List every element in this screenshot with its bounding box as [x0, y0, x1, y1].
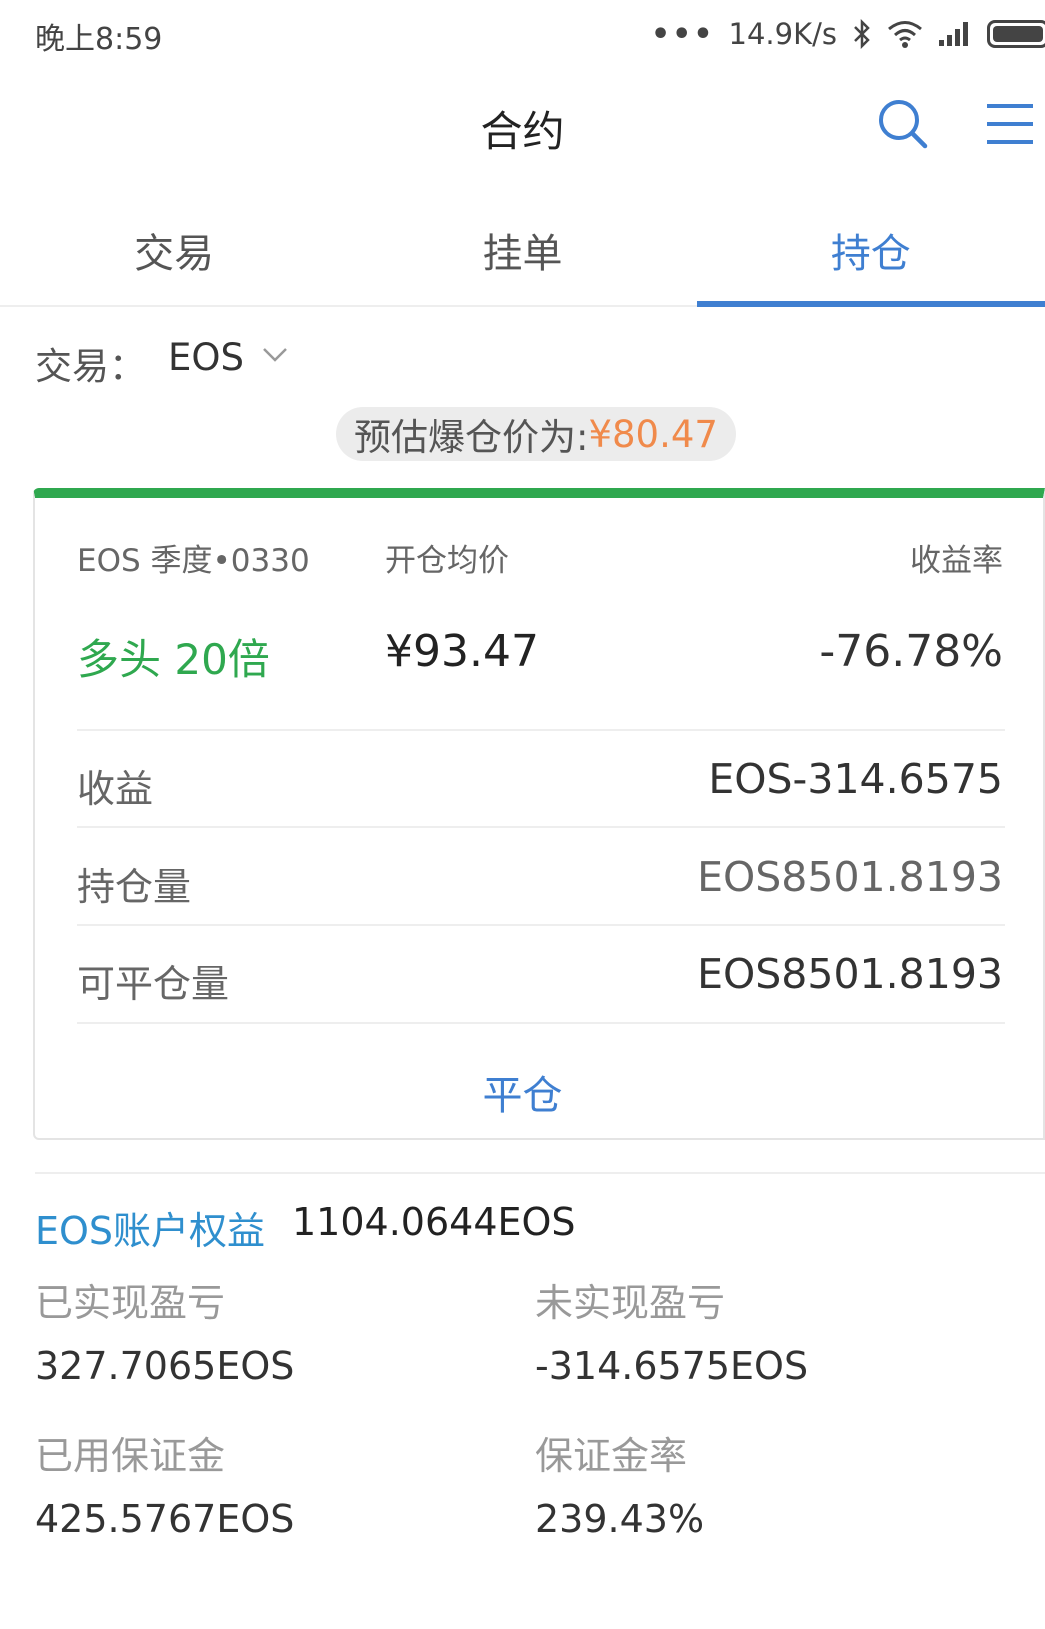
- close-position-button[interactable]: 平仓: [0, 1063, 1045, 1121]
- position-direction: 多头 20倍: [77, 635, 270, 684]
- tab-orders[interactable]: 挂单: [348, 195, 696, 305]
- unrealized-pnl-label: 未实现盈亏: [535, 1281, 726, 1325]
- divider: [77, 826, 1005, 828]
- bluetooth-icon: [854, 19, 870, 49]
- trade-selector-value[interactable]: EOS: [168, 336, 244, 379]
- status-icons: ••• 14.9K/s: [651, 14, 1045, 54]
- search-icon[interactable]: [875, 96, 931, 152]
- yield-value: -76.78%: [819, 626, 1003, 677]
- margin-ratio-value: 239.43%: [535, 1497, 705, 1541]
- divider: [35, 1172, 1045, 1174]
- position-card: [33, 488, 1045, 1140]
- chevron-down-icon[interactable]: [262, 345, 288, 365]
- row-label-pnl: 收益: [77, 767, 154, 811]
- liquidation-price-pill: 预估爆仓价为: ¥80.47: [336, 407, 736, 461]
- unrealized-pnl-value: -314.6575EOS: [535, 1344, 809, 1388]
- more-dots-icon: •••: [651, 16, 715, 52]
- trade-selector-label: 交易：: [35, 345, 146, 388]
- row-value-position-size: EOS8501.8193: [697, 853, 1003, 901]
- realized-pnl-label: 已实现盈亏: [35, 1281, 226, 1325]
- battery-icon: [987, 20, 1045, 48]
- divider: [77, 729, 1005, 731]
- status-time: 晚上8:59: [35, 22, 163, 57]
- contract-name: EOS 季度•0330: [77, 543, 310, 579]
- used-margin-value: 425.5767EOS: [35, 1497, 295, 1541]
- yield-label: 收益率: [910, 543, 1003, 579]
- row-value-pnl: EOS-314.6575: [708, 755, 1003, 803]
- menu-icon[interactable]: [985, 102, 1035, 146]
- wifi-icon: [888, 21, 922, 48]
- account-equity-label: EOS账户权益: [35, 1209, 266, 1253]
- row-value-closable-size: EOS8501.8193: [697, 950, 1003, 998]
- divider: [77, 1022, 1005, 1024]
- row-label-position-size: 持仓量: [77, 865, 192, 909]
- margin-ratio-label: 保证金率: [535, 1434, 688, 1478]
- used-margin-label: 已用保证金: [35, 1434, 226, 1478]
- divider: [77, 924, 1005, 926]
- account-equity-value: 1104.0644EOS: [292, 1200, 576, 1244]
- liquidation-price: ¥80.47: [588, 412, 718, 456]
- liquidation-label: 预估爆仓价为:: [354, 416, 589, 459]
- avg-price-value: ¥93.47: [385, 626, 539, 677]
- row-label-closable-size: 可平仓量: [77, 962, 230, 1006]
- avg-price-label: 开仓均价: [385, 543, 509, 579]
- signal-icon: [939, 22, 968, 46]
- tab-positions[interactable]: 持仓: [696, 195, 1045, 307]
- tab-bar: 交易 挂单 持仓: [0, 195, 1045, 307]
- network-speed: 14.9K/s: [728, 17, 837, 51]
- tab-trade[interactable]: 交易: [0, 195, 348, 305]
- realized-pnl-value: 327.7065EOS: [35, 1344, 295, 1388]
